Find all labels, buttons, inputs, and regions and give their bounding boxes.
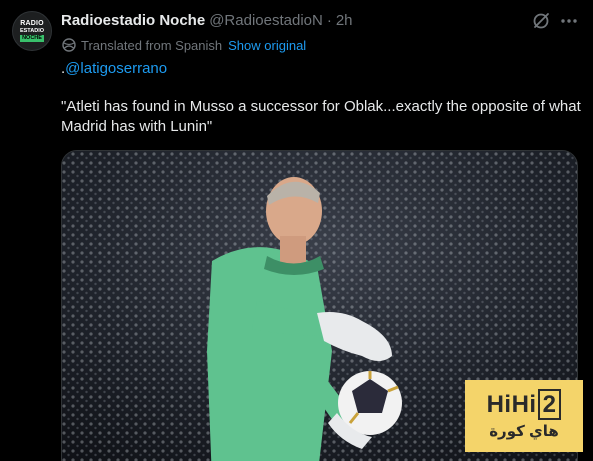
translated-label: Translated from Spanish bbox=[81, 37, 223, 53]
avatar[interactable]: RADIO ESTADIO NOCHE bbox=[12, 11, 52, 51]
show-original-link[interactable]: Show original bbox=[228, 38, 306, 53]
timestamp[interactable]: 2h bbox=[336, 12, 353, 29]
mention-line: .@latigoserrano bbox=[61, 59, 167, 79]
watermark-brand-right: 2 bbox=[537, 389, 562, 420]
avatar-text-radio: RADIO bbox=[20, 20, 44, 27]
mention-link[interactable]: @latigoserrano bbox=[65, 60, 167, 77]
separator-dot: · bbox=[326, 11, 332, 29]
grok-icon[interactable] bbox=[531, 11, 551, 31]
globe-icon bbox=[62, 38, 76, 52]
translation-notice: Translated from Spanish Show original bbox=[61, 36, 306, 54]
watermark-logo: HiHi 2 هاي كورة bbox=[465, 380, 583, 452]
more-icon[interactable] bbox=[559, 11, 579, 31]
tweet-text: "Atleti has found in Musso a successor f… bbox=[61, 98, 581, 135]
avatar-text-noche: NOCHE bbox=[20, 35, 44, 42]
watermark-arabic: هاي كورة bbox=[489, 423, 559, 440]
user-handle[interactable]: @RadioestadioN bbox=[209, 12, 323, 29]
avatar-text-estadio: ESTADIO bbox=[19, 28, 45, 34]
tweet-header: Radioestadio Noche @RadioestadioN · 2h bbox=[61, 10, 353, 30]
watermark-brand: HiHi 2 bbox=[486, 389, 562, 420]
display-name[interactable]: Radioestadio Noche bbox=[61, 12, 205, 29]
watermark-brand-left: HiHi bbox=[486, 391, 537, 418]
